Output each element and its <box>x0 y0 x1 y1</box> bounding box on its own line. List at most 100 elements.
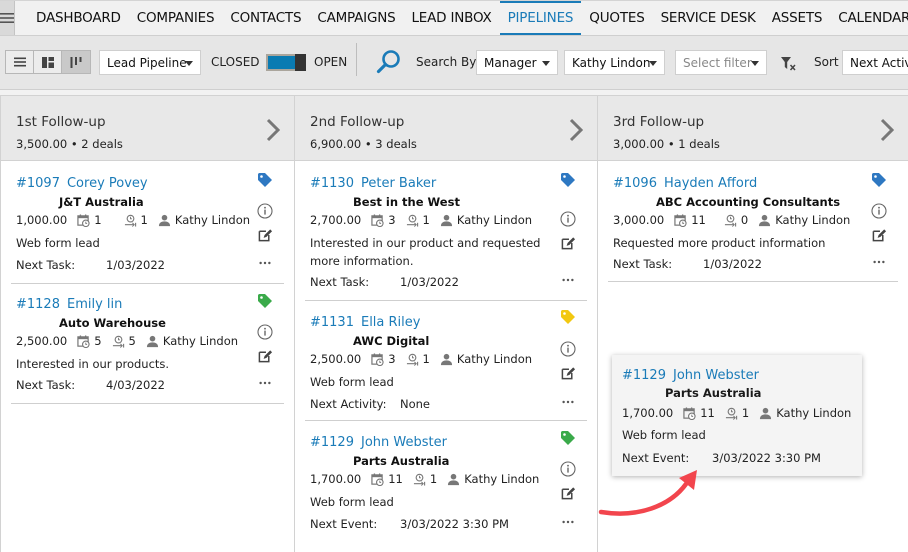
deal-stats: 1,700.00 11 1 Kathy Lindon <box>622 406 851 420</box>
edit-icon[interactable] <box>559 486 577 501</box>
edit-icon[interactable] <box>256 349 274 364</box>
toggle-knob <box>295 54 306 71</box>
search-icon[interactable] <box>376 49 402 79</box>
deal-stats: 2,700.00 3 1 Kathy Lindon <box>310 213 532 227</box>
next-label: Next Task: <box>16 258 76 272</box>
nav-lead-inbox[interactable]: LEAD INBOX <box>403 1 499 35</box>
deal-title[interactable]: #1131 Ella Riley <box>310 315 420 330</box>
deal-contact: John Webster <box>360 435 447 450</box>
sort-select[interactable]: Next Activity <box>842 50 908 75</box>
edit-icon[interactable] <box>870 228 888 243</box>
deal-card[interactable]: #1128 Emily lin Auto Warehouse 2,500.00 5… <box>11 297 284 404</box>
deal-card[interactable]: #1096 Hayden Afford ABC Accounting Consul… <box>608 176 898 282</box>
chevron-right-icon[interactable] <box>266 118 280 146</box>
deal-card[interactable]: #1129 John Webster Parts Australia 1,700.… <box>305 435 587 552</box>
hamburger-icon[interactable] <box>0 1 15 35</box>
activity-count: 11 <box>691 213 706 227</box>
edit-icon[interactable] <box>256 228 274 243</box>
nav-contacts[interactable]: CONTACTS <box>222 1 309 35</box>
user-icon <box>158 214 171 227</box>
edit-icon[interactable] <box>559 236 577 251</box>
chevron-right-icon[interactable] <box>569 118 583 146</box>
nav-campaigns[interactable]: CAMPAIGNS <box>309 1 403 35</box>
task-count: 0 <box>740 213 749 227</box>
deal-title[interactable]: #1129 John Webster <box>310 435 447 450</box>
activity-count: 1 <box>94 213 102 227</box>
stage-header: 3rd Follow-up 3,000.00 • 1 deals <box>598 96 908 161</box>
deal-title[interactable]: #1097 Corey Povey <box>16 176 148 191</box>
more-icon[interactable] <box>559 277 577 283</box>
pipeline-board: 1st Follow-up 3,500.00 • 2 deals #1097 Co… <box>0 95 908 552</box>
deal-number: #1097 <box>16 176 60 191</box>
info-icon[interactable] <box>870 203 888 219</box>
user-icon <box>440 214 453 227</box>
next-label: Next Event: <box>310 517 378 531</box>
next-label: Next Task: <box>310 275 370 289</box>
nav-dashboard[interactable]: DASHBOARD <box>28 1 129 35</box>
deal-contact: John Webster <box>672 368 759 383</box>
more-icon[interactable] <box>256 380 274 386</box>
kanban-view-icon[interactable] <box>62 51 90 73</box>
deal-next: Next Task: 4/03/2022 <box>16 378 165 392</box>
edit-icon[interactable] <box>559 366 577 381</box>
next-value: 3/03/2022 3:30 PM <box>400 517 509 531</box>
tag-icon[interactable] <box>559 430 577 446</box>
tag-icon[interactable] <box>559 309 577 325</box>
info-icon[interactable] <box>256 203 274 219</box>
nav-pipelines[interactable]: PIPELINES <box>499 1 582 35</box>
nav-assets[interactable]: ASSETS <box>764 1 831 35</box>
nav-quotes[interactable]: QUOTES <box>581 1 652 35</box>
task-timer-icon <box>724 214 737 227</box>
deal-number: #1131 <box>310 315 354 330</box>
calendar-clock-icon <box>371 473 384 486</box>
deal-contact: Peter Baker <box>360 176 437 191</box>
user-icon <box>447 473 460 486</box>
tag-icon[interactable] <box>256 293 274 309</box>
next-value: 1/03/2022 <box>703 257 762 271</box>
manager-select[interactable]: Kathy Lindon <box>564 50 665 75</box>
deal-card[interactable]: #1130 Peter Baker Best in the West 2,700.… <box>305 176 587 301</box>
deal-description: Requested more product information <box>613 236 826 250</box>
next-value: None <box>400 397 431 411</box>
next-value: 3/03/2022 3:30 PM <box>712 451 821 465</box>
open-closed-toggle[interactable] <box>266 54 306 71</box>
tag-icon[interactable] <box>256 172 274 188</box>
deal-title[interactable]: #1130 Peter Baker <box>310 176 436 191</box>
search-by-select[interactable]: Manager <box>476 50 558 75</box>
next-label: Next Event: <box>622 451 690 465</box>
dragging-deal-card[interactable]: #1129 John Webster Parts Australia 1,700.… <box>612 355 862 476</box>
tile-view-icon[interactable] <box>34 51 62 73</box>
task-timer-icon <box>406 353 419 366</box>
deal-number: #1128 <box>16 297 60 312</box>
more-icon[interactable] <box>559 519 577 525</box>
tag-icon[interactable] <box>870 172 888 188</box>
info-icon[interactable] <box>559 461 577 477</box>
pipeline-select[interactable]: Lead Pipeline <box>99 50 201 75</box>
more-icon[interactable] <box>870 259 888 265</box>
info-icon[interactable] <box>256 324 274 340</box>
pipeline-select-value: Lead Pipeline <box>107 55 187 70</box>
clear-filter-icon[interactable] <box>781 56 797 75</box>
user-icon <box>440 353 453 366</box>
nav-calendar[interactable]: CALENDAR <box>830 1 908 35</box>
more-icon[interactable] <box>559 399 577 405</box>
more-icon[interactable] <box>256 260 274 266</box>
list-view-icon[interactable] <box>6 51 34 73</box>
chevron-right-icon[interactable] <box>880 118 894 146</box>
deal-title[interactable]: #1096 Hayden Afford <box>613 176 757 191</box>
deal-number: #1096 <box>613 176 657 191</box>
task-count: 1 <box>140 213 148 227</box>
user-icon <box>758 214 771 227</box>
deal-card[interactable]: #1131 Ella Riley AWC Digital 2,500.00 3 1… <box>305 315 587 421</box>
info-icon[interactable] <box>559 341 577 357</box>
activity-count: 3 <box>388 213 396 227</box>
info-icon[interactable] <box>559 211 577 227</box>
filter-select[interactable]: Select filter <box>675 50 767 75</box>
nav-companies[interactable]: COMPANIES <box>129 1 223 35</box>
deal-card[interactable]: #1097 Corey Povey J&T Australia 1,000.00 … <box>11 176 284 284</box>
tag-icon[interactable] <box>559 172 577 188</box>
nav-service-desk[interactable]: SERVICE DESK <box>653 1 764 35</box>
deal-owner: Kathy Lindon <box>775 213 851 227</box>
task-timer-icon <box>413 473 426 486</box>
deal-title[interactable]: #1128 Emily lin <box>16 297 122 312</box>
